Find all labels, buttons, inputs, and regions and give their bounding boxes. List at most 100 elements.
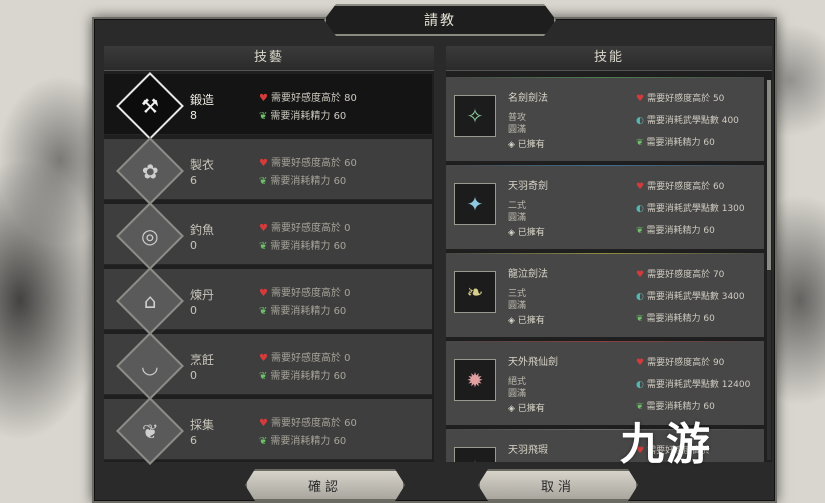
martial-points-icon: ◐ bbox=[636, 292, 644, 302]
craft-icon-frame: ⌂ bbox=[116, 267, 184, 335]
skill-owned: ◈ 已擁有 bbox=[508, 225, 545, 238]
skill-icon-frame: ✧ bbox=[454, 447, 496, 462]
skill-owned-text: 已擁有 bbox=[517, 228, 545, 238]
craft-row[interactable]: ⌂ 煉丹 0 ♥ 需要好感度高於 0 ❦ 需要消耗精力 60 bbox=[104, 267, 432, 335]
card-divider bbox=[446, 341, 764, 342]
watermark-text: 九游 bbox=[620, 419, 712, 470]
skill-req-energy-text: 需要消耗精力 60 bbox=[646, 226, 715, 236]
skill-req-favor: ♥ 需要好感度高於 70 bbox=[636, 267, 724, 280]
craft-row[interactable]: ◎ 釣魚 0 ♥ 需要好感度高於 0 ❦ 需要消耗精力 60 bbox=[104, 202, 432, 270]
confirm-button[interactable]: 確認 bbox=[245, 469, 405, 501]
craft-req-favor-text: 需要好感度高於 60 bbox=[270, 418, 357, 429]
skill-icon-frame: ✧ bbox=[454, 95, 496, 137]
craft-req-favor: ♥ 需要好感度高於 0 bbox=[259, 349, 351, 364]
craft-level: 0 bbox=[190, 304, 197, 317]
crafts-header: 技藝 bbox=[104, 46, 434, 71]
skills-scrollbar[interactable] bbox=[767, 80, 771, 460]
craft-req-energy-text: 需要消耗精力 60 bbox=[270, 371, 347, 382]
heart-icon: ♥ bbox=[259, 418, 268, 429]
craft-req-energy: ❦ 需要消耗精力 60 bbox=[259, 432, 346, 447]
energy-icon: ❦ bbox=[259, 111, 268, 122]
heart-icon: ♥ bbox=[259, 353, 268, 364]
craft-row[interactable]: ❦ 採集 6 ♥ 需要好感度高於 60 ❦ 需要消耗精力 60 bbox=[104, 397, 432, 465]
skill-grade: 圓滿 bbox=[508, 389, 527, 399]
craft-req-favor: ♥ 需要好感度高於 60 bbox=[259, 414, 357, 429]
craft-req-favor: ♥ 需要好感度高於 0 bbox=[259, 284, 351, 299]
craft-icon-frame: ◎ bbox=[116, 202, 184, 270]
skill-card[interactable]: ✦ 天羽奇劍 二式 圓滿 ◈ 已擁有 ♥ 需要好感度高於 60 ◐ 需要消耗武學點數… bbox=[446, 164, 764, 249]
craft-icon-frame: ⚒ bbox=[116, 72, 184, 140]
heart-icon: ♥ bbox=[636, 358, 645, 368]
heart-icon: ♥ bbox=[636, 182, 645, 192]
fish-icon: ◎ bbox=[141, 223, 159, 248]
craft-icon-frame: ✿ bbox=[116, 137, 184, 205]
craft-req-energy: ❦ 需要消耗精力 60 bbox=[259, 302, 346, 317]
skill-req-energy: ❦ 需要消耗精力 60 bbox=[636, 223, 715, 236]
dialog-title: 請教 bbox=[324, 4, 556, 36]
craft-req-favor-text: 需要好感度高於 80 bbox=[270, 93, 357, 104]
craft-req-favor: ♥ 需要好感度高於 80 bbox=[259, 89, 357, 104]
craft-req-favor-text: 需要好感度高於 0 bbox=[270, 353, 351, 364]
skill-name: 龍泣劍法 bbox=[508, 269, 548, 280]
skills-header: 技能 bbox=[446, 46, 772, 71]
card-divider bbox=[446, 253, 764, 254]
skill-card[interactable]: ✧ 名劍劍法 普攻 圓滿 ◈ 已擁有 ♥ 需要好感度高於 50 ◐ 需要消耗武學點數… bbox=[446, 76, 764, 161]
skill-icon-frame: ✹ bbox=[454, 359, 496, 401]
craft-level: 8 bbox=[190, 109, 197, 122]
cancel-button[interactable]: 取消 bbox=[478, 469, 638, 501]
craft-req-energy-text: 需要消耗精力 60 bbox=[270, 306, 347, 317]
skill-owned-text: 已擁有 bbox=[517, 316, 545, 326]
heart-icon: ♥ bbox=[259, 93, 268, 104]
craft-req-energy-text: 需要消耗精力 60 bbox=[270, 241, 347, 252]
skill-req-favor-text: 需要好感度高於 70 bbox=[647, 270, 725, 280]
skill-req-favor: ♥ 需要好感度高於 60 bbox=[636, 179, 724, 192]
craft-req-energy-text: 需要消耗精力 60 bbox=[270, 436, 347, 447]
skills-scrollbar-thumb[interactable] bbox=[767, 80, 771, 270]
craft-req-energy: ❦ 需要消耗精力 60 bbox=[259, 367, 346, 382]
craft-name: 採集 bbox=[190, 418, 215, 432]
craft-req-favor-text: 需要好感度高於 60 bbox=[270, 158, 357, 169]
skill-req-energy: ❦ 需要消耗精力 60 bbox=[636, 311, 715, 324]
craft-row[interactable]: ✿ 製衣 6 ♥ 需要好感度高於 60 ❦ 需要消耗精力 60 bbox=[104, 137, 432, 205]
craft-level: 0 bbox=[190, 239, 197, 252]
skill-req-favor-text: 需要好感度高於 50 bbox=[647, 94, 725, 104]
flying-sword-icon: ✹ bbox=[466, 368, 484, 392]
craft-name: 製衣 bbox=[190, 158, 215, 172]
craft-icon-frame: ❦ bbox=[116, 397, 184, 465]
skill-req-favor: ♥ 需要好感度高於 90 bbox=[636, 355, 724, 368]
garment-icon: ✿ bbox=[141, 158, 159, 183]
heart-icon: ♥ bbox=[636, 270, 645, 280]
craft-level: 0 bbox=[190, 369, 197, 382]
energy-icon: ❦ bbox=[259, 176, 268, 187]
craft-name: 烹飪 bbox=[190, 353, 215, 367]
heart-icon: ♥ bbox=[259, 223, 268, 234]
skill-card[interactable]: ✹ 天外飛仙劍 絕式 圓滿 ◈ 已擁有 ♥ 需要好感度高於 90 ◐ 需要消耗武學點… bbox=[446, 340, 764, 425]
craft-level: 6 bbox=[190, 174, 197, 187]
craft-row[interactable]: ◡ 烹飪 0 ♥ 需要好感度高於 0 ❦ 需要消耗精力 60 bbox=[104, 332, 432, 400]
owned-icon: ◈ bbox=[508, 140, 518, 150]
skill-req-points-text: 需要消耗武學點數 12400 bbox=[646, 380, 751, 390]
dragon-sword-icon: ❧ bbox=[466, 280, 484, 304]
craft-req-favor-text: 需要好感度高於 0 bbox=[270, 223, 351, 234]
skill-name: 天外飛仙劍 bbox=[508, 357, 558, 368]
skill-req-favor: ♥ 需要好感度高於 50 bbox=[636, 91, 724, 104]
owned-icon: ◈ bbox=[508, 404, 518, 414]
skill-owned-text: 已擁有 bbox=[517, 140, 545, 150]
energy-icon: ❦ bbox=[636, 226, 644, 236]
skill-req-points-text: 需要消耗武學點數 1300 bbox=[646, 204, 745, 214]
craft-req-energy-text: 需要消耗精力 60 bbox=[270, 111, 347, 122]
craft-name: 釣魚 bbox=[190, 223, 215, 237]
skill-name: 天羽飛瑕 bbox=[508, 445, 548, 456]
craft-level: 6 bbox=[190, 434, 197, 447]
sword-partial-icon: ✧ bbox=[467, 456, 484, 462]
watermark-logo: 九游 bbox=[620, 408, 712, 472]
furnace-icon: ⌂ bbox=[143, 288, 157, 313]
skill-req-points: ◐ 需要消耗武學點數 400 bbox=[636, 113, 739, 126]
heart-icon: ♥ bbox=[636, 94, 645, 104]
skill-name: 天羽奇劍 bbox=[508, 181, 548, 192]
craft-row[interactable]: ⚒ 鍛造 8 ♥ 需要好感度高於 80 ❦ 需要消耗精力 60 bbox=[104, 72, 432, 140]
skill-card[interactable]: ✧ 天羽飛瑕 ♥需要好感度高於 bbox=[446, 428, 764, 462]
skill-card[interactable]: ❧ 龍泣劍法 三式 圓滿 ◈ 已擁有 ♥ 需要好感度高於 70 ◐ 需要消耗武學點數… bbox=[446, 252, 764, 337]
craft-req-energy: ❦ 需要消耗精力 60 bbox=[259, 107, 346, 122]
craft-name: 鍛造 bbox=[190, 93, 215, 107]
